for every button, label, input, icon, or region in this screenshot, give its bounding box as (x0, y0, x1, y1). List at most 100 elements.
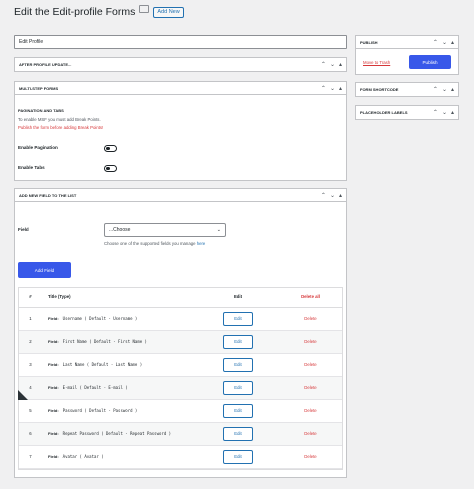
row-title-text: Repeat Password ( Default - Repeat Passw… (62, 431, 172, 436)
edit-button[interactable]: Edit (223, 334, 253, 349)
pagination-toggle[interactable] (104, 145, 117, 152)
move-down-icon[interactable]: ⌄ (330, 192, 335, 199)
delete-link[interactable]: Delete (278, 376, 343, 400)
move-up-icon[interactable]: ⌃ (321, 85, 326, 92)
row-title: Field: First Name ( Default - First Name … (43, 330, 198, 354)
page-title: Edit the Edit-profile Forms (14, 6, 136, 18)
row-edit-cell: Edit (198, 376, 278, 400)
form-title-input[interactable]: Edit Profile (14, 35, 347, 49)
row-title: Field: Avatar ( Avatar ) (43, 445, 198, 469)
row-title: Field: Repeat Password ( Default - Repeat… (43, 422, 198, 446)
row-edit-cell: Edit (198, 422, 278, 446)
edit-button[interactable]: Edit (223, 311, 253, 326)
field-tag: Field: (48, 362, 59, 367)
table-row: 2 Field: First Name ( Default - First Name… (18, 330, 343, 354)
delete-link[interactable]: Delete (278, 399, 343, 423)
row-edit-cell: Edit (198, 330, 278, 354)
collapse-icon[interactable]: ▴ (451, 86, 454, 93)
collapse-icon[interactable]: ▴ (339, 61, 342, 68)
move-down-icon[interactable]: ⌄ (442, 39, 447, 46)
edit-button[interactable]: Edit (223, 357, 253, 372)
row-number: 2 (18, 330, 43, 354)
row-title: Field: E-mail ( Default - E-mail ) (43, 376, 198, 400)
publish-button[interactable]: Publish (409, 55, 451, 69)
edit-button[interactable]: Edit (223, 403, 253, 418)
enable-pagination-label: Enable Pagination (18, 145, 58, 150)
row-title-text: Password ( Default - Password ) (62, 408, 138, 413)
move-up-icon[interactable]: ⌃ (433, 86, 438, 93)
placeholder-labels-box: PLACEHOLDER LABELS ⌃ ⌄ ▴ (355, 105, 459, 120)
row-title-text: Last Name ( Default - Last Name ) (62, 362, 143, 367)
move-to-trash-link[interactable]: Move to Trash (363, 60, 390, 65)
table-row: 3 Field: Last Name ( Default - Last Name )… (18, 353, 343, 377)
form-shortcode-title: FORM SHORTCODE (360, 87, 399, 92)
collapse-icon[interactable]: ▴ (451, 109, 454, 116)
row-number: 1 (18, 307, 43, 331)
row-title-text: First Name ( Default - First Name ) (62, 339, 147, 344)
chevron-down-icon: ⌄ (216, 227, 221, 233)
move-down-icon[interactable]: ⌄ (330, 85, 335, 92)
field-label: Field (18, 227, 29, 232)
row-edit-cell: Edit (198, 307, 278, 331)
page-header: Edit the Edit-profile Forms Add New (14, 4, 184, 20)
form-shortcode-box: FORM SHORTCODE ⌃ ⌄ ▴ (355, 82, 459, 97)
move-up-icon[interactable]: ⌃ (433, 39, 438, 46)
row-title-text: Avatar ( Avatar ) (62, 454, 104, 459)
row-edit-cell: Edit (198, 399, 278, 423)
comment-icon[interactable] (139, 5, 150, 13)
table-row: 7 Field: Avatar ( Avatar ) Edit Delete (18, 445, 343, 469)
move-up-icon[interactable]: ⌃ (433, 109, 438, 116)
row-number: 7 (18, 445, 43, 469)
add-new-button[interactable]: Add New (153, 6, 184, 18)
field-help-text: Choose one of the supported fields you m… (104, 241, 205, 246)
row-number: 5 (18, 399, 43, 423)
field-tag: Field: (48, 431, 59, 436)
row-edit-cell: Edit (198, 445, 278, 469)
msf-warning-text: Publish the form before adding Break Poi… (18, 125, 104, 130)
field-tag: Field: (48, 385, 59, 390)
delete-link[interactable]: Delete (278, 445, 343, 469)
table-row: 4 Field: E-mail ( Default - E-mail ) Edit De… (18, 376, 343, 400)
delete-link[interactable]: Delete (278, 422, 343, 446)
field-tag: Field: (48, 408, 59, 413)
row-number: 3 (18, 353, 43, 377)
move-down-icon[interactable]: ⌄ (442, 86, 447, 93)
add-field-button[interactable]: Add Field (18, 262, 71, 278)
tabs-toggle[interactable] (104, 165, 117, 172)
pagination-section-title: PAGINATION AND TABS (18, 108, 64, 113)
field-tag: Field: (48, 316, 59, 321)
collapse-icon[interactable]: ▴ (451, 39, 454, 46)
delete-link[interactable]: Delete (278, 353, 343, 377)
move-down-icon[interactable]: ⌄ (330, 61, 335, 68)
msf-info-text: To enable MSF you must add Break Points. (18, 117, 101, 122)
delete-link[interactable]: Delete (278, 307, 343, 331)
collapse-icon[interactable]: ▴ (339, 85, 342, 92)
fields-table: # Title (Type) Edit Delete all 1 Field: Us… (18, 287, 343, 469)
field-help-link[interactable]: here (197, 241, 206, 246)
edit-button[interactable]: Edit (223, 449, 253, 464)
row-title-text: Username ( Default - Username ) (62, 316, 138, 321)
table-row: 5 Field: Password ( Default - Password ) Ed… (18, 399, 343, 423)
table-row: 6 Field: Repeat Password ( Default - Repea… (18, 422, 343, 446)
collapse-icon[interactable]: ▴ (339, 192, 342, 199)
row-edit-cell: Edit (198, 353, 278, 377)
col-num-header: # (18, 287, 43, 308)
add-field-title: ADD NEW FIELD TO THE LIST (19, 192, 77, 198)
placeholder-labels-title: PLACEHOLDER LABELS (360, 110, 408, 115)
row-number: 6 (18, 422, 43, 446)
edit-button[interactable]: Edit (223, 380, 253, 395)
delete-link[interactable]: Delete (278, 330, 343, 354)
drag-handle-icon[interactable] (18, 390, 28, 400)
multistep-title: MULTI-STEP FORMS (19, 85, 59, 91)
edit-button[interactable]: Edit (223, 426, 253, 441)
move-down-icon[interactable]: ⌄ (442, 109, 447, 116)
after-update-title: AFTER PROFILE UPDATE... (19, 62, 72, 67)
move-up-icon[interactable]: ⌃ (321, 61, 326, 68)
field-select-value: ...Choose (109, 227, 131, 233)
publish-title: PUBLISH (360, 39, 378, 45)
after-update-box: AFTER PROFILE UPDATE... ⌃ ⌄ ▴ (14, 57, 347, 72)
field-select[interactable]: ...Choose ⌄ (104, 223, 226, 237)
delete-all-link[interactable]: Delete all (278, 287, 343, 308)
move-up-icon[interactable]: ⌃ (321, 192, 326, 199)
row-title: Field: Username ( Default - Username ) (43, 307, 198, 331)
